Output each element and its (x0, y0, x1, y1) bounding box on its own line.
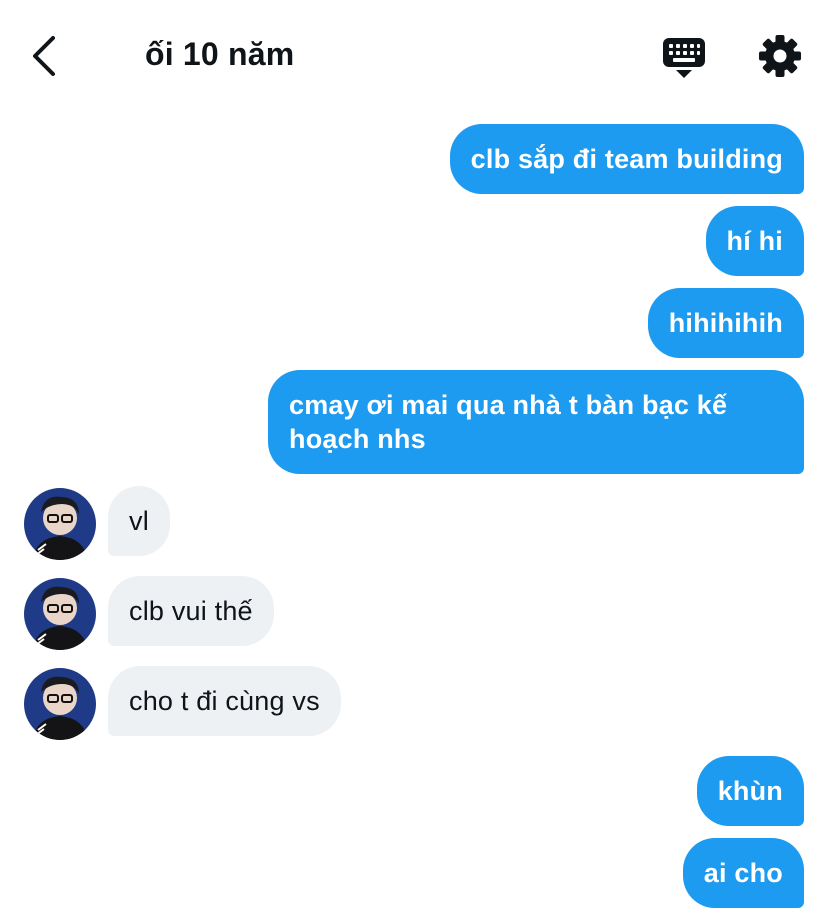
message-text: cmay ơi mai qua nhà t bàn bạc kế hoạch n… (289, 390, 728, 454)
incoming-message[interactable]: clb vui thế (108, 576, 274, 646)
message-text: vl (129, 506, 149, 536)
outgoing-message[interactable]: hí hi (705, 206, 804, 276)
chevron-left-icon (33, 36, 55, 76)
message-text: clb sắp đi team building (470, 144, 783, 174)
incoming-message[interactable]: cho t đi cùng vs (108, 666, 341, 736)
outgoing-message[interactable]: khùn (696, 756, 804, 826)
keyboard-icon (663, 38, 705, 78)
avatar[interactable] (24, 488, 96, 560)
conversation-title[interactable]: ối 10 năm (145, 36, 294, 73)
outgoing-message[interactable]: clb sắp đi team building (449, 124, 804, 194)
avatar[interactable] (24, 668, 96, 740)
message-text: khùn (717, 776, 783, 806)
incoming-message[interactable]: vl (108, 486, 170, 556)
outgoing-message[interactable]: cmay ơi mai qua nhà t bàn bạc kế hoạch n… (268, 370, 804, 474)
message-text: hí hi (726, 226, 783, 256)
message-text: clb vui thế (129, 596, 253, 626)
message-text: ai cho (703, 858, 783, 888)
avatar-image (24, 488, 96, 560)
outgoing-message[interactable]: hihihihih (647, 288, 804, 358)
conversation-header: ối 10 năm (0, 0, 828, 110)
outgoing-message[interactable]: ai cho (682, 838, 804, 908)
avatar[interactable] (24, 578, 96, 650)
gear-icon (759, 35, 801, 77)
keyboard-button[interactable] (662, 37, 706, 79)
avatar-image (24, 578, 96, 650)
message-text: hihihihih (668, 308, 783, 338)
message-text: cho t đi cùng vs (129, 686, 320, 716)
avatar-image (24, 668, 96, 740)
back-button[interactable] (26, 34, 66, 78)
settings-button[interactable] (758, 34, 802, 78)
